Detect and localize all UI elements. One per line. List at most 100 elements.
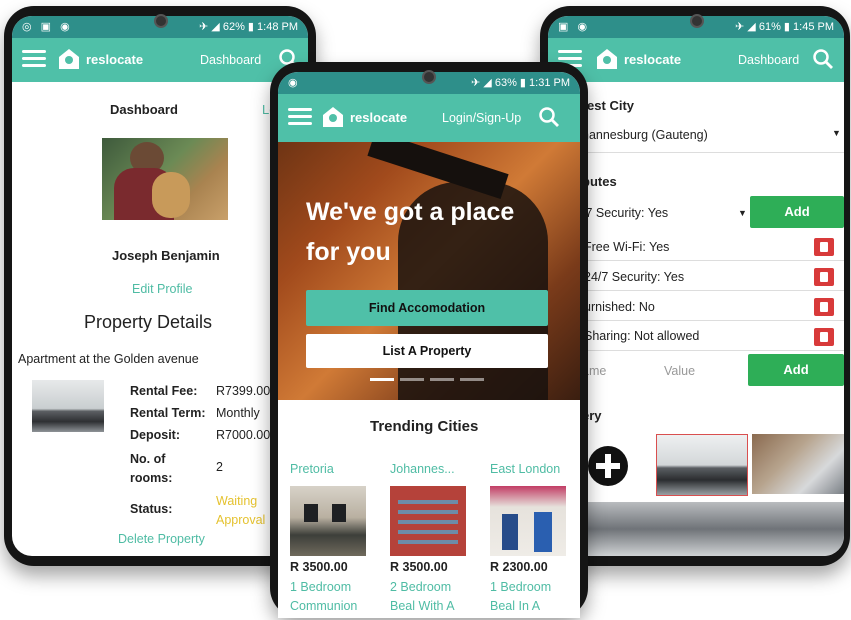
listing-title[interactable]: 2 Bedroom bbox=[390, 580, 451, 594]
status-time: 1:48 PM bbox=[257, 21, 298, 33]
nearest-city-select[interactable]: hannesburg (Gauteng) bbox=[582, 128, 708, 142]
house-pin-logo-icon bbox=[59, 49, 79, 69]
hero-banner: We've got a place for you Find Accomodat… bbox=[278, 142, 580, 400]
detail-value: R7399.00 bbox=[216, 384, 271, 398]
city-name[interactable]: Pretoria bbox=[290, 462, 334, 476]
app-bar: reslocate Dashboard bbox=[12, 38, 308, 82]
attribute-item: Sharing: Not allowed bbox=[584, 329, 700, 343]
listing-photo[interactable] bbox=[290, 486, 366, 556]
section-title: Property Details bbox=[84, 312, 213, 332]
carousel-indicator[interactable] bbox=[430, 378, 454, 381]
status-icons: ◉ bbox=[288, 77, 301, 89]
status-value: Waiting Approval bbox=[216, 494, 266, 527]
app-bar: reslocate Dashboard bbox=[548, 38, 844, 82]
wifi-signal-icon: ✈ ◢ bbox=[735, 21, 759, 33]
delete-attribute-icon[interactable] bbox=[814, 298, 834, 316]
profile-photo bbox=[102, 138, 228, 220]
detail-label: No. of rooms: bbox=[130, 452, 173, 485]
listing-price: R 2300.00 bbox=[490, 560, 548, 574]
listing-photo[interactable] bbox=[490, 486, 566, 556]
left-screen: ◎ ▣ ◉ ✈ ◢ 62% ▮ 1:48 PM reslocate Dashbo… bbox=[12, 16, 308, 556]
battery-level: 62% bbox=[222, 21, 245, 33]
status-icons: ◎ ▣ ◉ bbox=[22, 21, 73, 33]
camera bbox=[422, 70, 436, 84]
gallery-photo bbox=[582, 502, 844, 556]
status-time: 1:45 PM bbox=[793, 21, 834, 33]
chevron-down-icon: ▼ bbox=[738, 208, 747, 218]
attribute-item: Free Wi-Fi: Yes bbox=[584, 240, 670, 254]
battery-level: 63% bbox=[494, 77, 517, 89]
city-name[interactable]: Johannes... bbox=[390, 462, 455, 476]
attribute-item: 24/7 Security: Yes bbox=[584, 270, 685, 284]
divider bbox=[582, 320, 844, 321]
city-name[interactable]: East London bbox=[490, 462, 560, 476]
add-attribute-button[interactable]: Add bbox=[750, 196, 844, 228]
detail-label: Rental Term: bbox=[130, 406, 206, 420]
battery-level: 61% bbox=[758, 21, 781, 33]
nav-dashboard-link[interactable]: Dashboard bbox=[200, 53, 261, 67]
trending-title: Trending Cities bbox=[370, 418, 479, 435]
carousel-indicator[interactable] bbox=[400, 378, 424, 381]
center-screen: ◉ ✈ ◢ 63% ▮ 1:31 PM reslocate Login/Sign… bbox=[278, 72, 580, 618]
detail-value: 2 bbox=[216, 460, 223, 474]
menu-icon[interactable] bbox=[288, 108, 312, 126]
listing-subtitle[interactable]: Beal In A bbox=[490, 599, 540, 613]
add-photo-icon[interactable] bbox=[588, 446, 628, 486]
camera bbox=[154, 14, 168, 28]
center-phone: ◉ ✈ ◢ 63% ▮ 1:31 PM reslocate Login/Sign… bbox=[270, 62, 588, 618]
listing-subtitle[interactable]: Beal With A bbox=[390, 599, 455, 613]
edit-profile-link[interactable]: Edit Profile bbox=[132, 282, 192, 296]
list-property-button[interactable]: List A Property bbox=[306, 334, 548, 368]
attribute-item: urnished: No bbox=[584, 300, 655, 314]
status-icons: ▣ ◉ bbox=[558, 21, 591, 33]
detail-label: Deposit: bbox=[130, 428, 180, 442]
divider bbox=[582, 260, 844, 261]
property-thumbnail bbox=[32, 380, 104, 432]
delete-property-link[interactable]: Delete Property bbox=[118, 532, 205, 546]
gallery-photo bbox=[752, 434, 844, 494]
status-label: Status: bbox=[130, 502, 173, 516]
brand-name: reslocate bbox=[86, 52, 144, 67]
delete-attribute-icon[interactable] bbox=[814, 268, 834, 286]
camera bbox=[690, 14, 704, 28]
listing-subtitle[interactable]: Communion bbox=[290, 599, 357, 613]
divider bbox=[582, 350, 844, 351]
property-name: Apartment at the Golden avenue bbox=[18, 352, 199, 366]
delete-attribute-icon[interactable] bbox=[814, 238, 834, 256]
attribute-select[interactable]: /7 Security: Yes bbox=[582, 206, 668, 220]
brand-name: reslocate bbox=[624, 52, 682, 67]
gallery-photo bbox=[656, 434, 748, 496]
nav-dashboard-link[interactable]: Dashboard bbox=[738, 53, 799, 67]
add-custom-attribute-button[interactable]: Add bbox=[748, 354, 844, 386]
carousel-indicator[interactable] bbox=[370, 378, 394, 381]
login-signup-link[interactable]: Login/Sign-Up bbox=[442, 111, 521, 125]
search-icon[interactable] bbox=[812, 48, 834, 70]
hero-headline: We've got a place bbox=[306, 198, 515, 226]
chevron-down-icon: ▼ bbox=[832, 128, 841, 138]
find-accomodation-button[interactable]: Find Accomodation bbox=[306, 290, 548, 326]
app-bar: reslocate Login/Sign-Up bbox=[278, 94, 580, 142]
detail-value: Monthly bbox=[216, 406, 260, 420]
detail-value: R7000.00 bbox=[216, 428, 271, 442]
page-title: Dashboard bbox=[110, 102, 178, 117]
listing-price: R 3500.00 bbox=[290, 560, 348, 574]
attribute-value-input[interactable]: Value bbox=[664, 364, 695, 378]
wifi-signal-icon: ✈ ◢ bbox=[199, 21, 223, 33]
delete-attribute-icon[interactable] bbox=[814, 328, 834, 346]
right-screen: ▣ ◉ ✈ ◢ 61% ▮ 1:45 PM reslocate Dashboar… bbox=[548, 16, 844, 556]
listing-photo[interactable] bbox=[390, 486, 466, 556]
carousel-indicator[interactable] bbox=[460, 378, 484, 381]
listing-title[interactable]: 1 Bedroom bbox=[290, 580, 351, 594]
status-time: 1:31 PM bbox=[529, 77, 570, 89]
search-icon[interactable] bbox=[538, 106, 560, 128]
hero-headline: for you bbox=[306, 238, 391, 266]
menu-icon[interactable] bbox=[22, 50, 46, 68]
divider bbox=[582, 152, 844, 153]
listing-title[interactable]: 1 Bedroom bbox=[490, 580, 551, 594]
nearest-city-label: rest City bbox=[582, 98, 635, 113]
house-pin-logo-icon bbox=[323, 107, 343, 127]
brand-name: reslocate bbox=[350, 110, 408, 125]
detail-label: Rental Fee: bbox=[130, 384, 198, 398]
wifi-signal-icon: ✈ ◢ bbox=[471, 77, 495, 89]
user-name: Joseph Benjamin bbox=[112, 248, 220, 263]
